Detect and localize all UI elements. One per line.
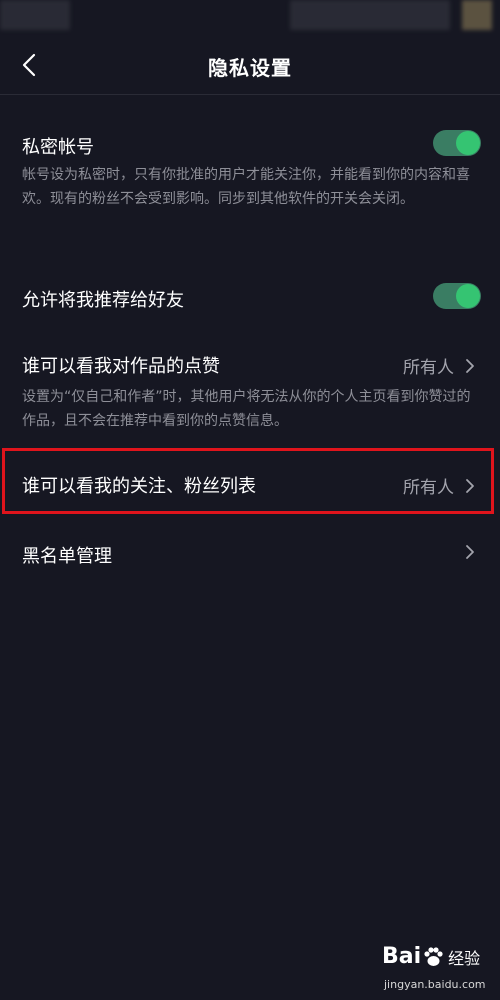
status-bar-blurred-icon <box>462 0 492 30</box>
highlight-annotation <box>2 448 494 514</box>
paw-icon <box>424 946 443 966</box>
toggle-knob <box>456 131 480 155</box>
likes-visibility-label: 谁可以看我对作品的点赞 <box>22 356 220 377</box>
recommend-friends-label: 允许将我推荐给好友 <box>22 290 184 311</box>
status-bar-blurred-right <box>290 0 450 30</box>
recommend-friends-toggle[interactable] <box>433 283 481 309</box>
blacklist-label: 黑名单管理 <box>22 546 112 567</box>
watermark-url: jingyan.baidu.com <box>384 978 486 991</box>
likes-visibility-value: 所有人 <box>403 358 454 378</box>
watermark-brand-left: Bai <box>382 944 422 969</box>
baidu-jingyan-watermark: Bai 经验 jingyan.baidu.com <box>382 944 500 998</box>
likes-visibility-description: 设置为“仅自己和作者”时，其他用户将无法从你的个人主页看到你赞过的作品，且不会在… <box>22 389 471 429</box>
page-title: 隐私设置 <box>208 56 292 80</box>
watermark-logo: Bai 经验 <box>382 944 480 969</box>
private-account-label: 私密帐号 <box>22 137 94 158</box>
status-bar <box>0 0 500 36</box>
toggle-knob <box>456 284 480 308</box>
private-account-description: 帐号设为私密时，只有你批准的用户才能关注你，并能看到你的内容和喜欢。现有的粉丝不… <box>22 167 470 207</box>
nav-header: 隐私设置 <box>0 36 500 95</box>
chevron-right-icon <box>466 545 474 559</box>
blacklist-chevron-group <box>454 543 476 561</box>
watermark-brand-right: 经验 <box>448 948 481 968</box>
private-account-toggle[interactable] <box>433 130 481 156</box>
status-bar-blurred-left <box>0 0 70 30</box>
likes-visibility-value-group: 所有人 <box>403 353 476 378</box>
chevron-right-icon <box>466 358 474 373</box>
